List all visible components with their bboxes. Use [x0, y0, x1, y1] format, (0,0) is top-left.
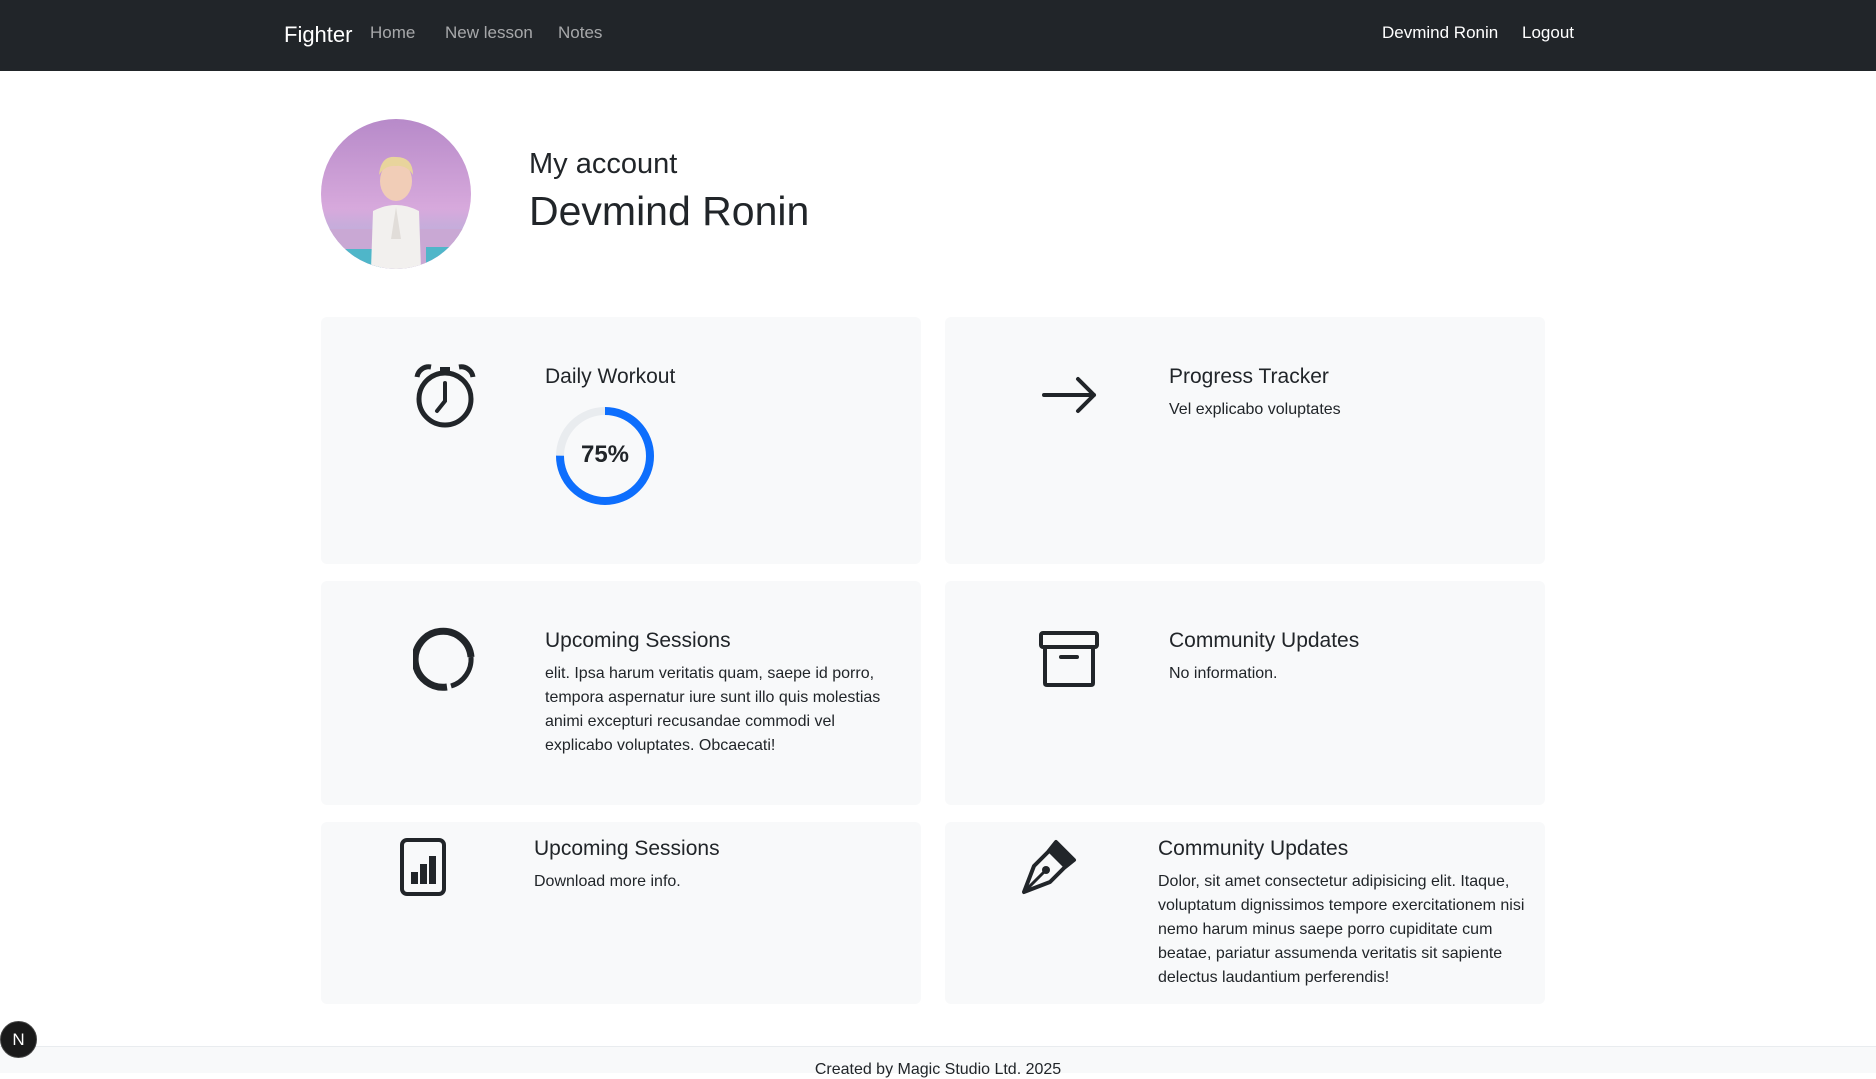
card-title: Daily Workout [545, 365, 676, 388]
card-title: Community Updates [1169, 629, 1360, 652]
card-text: Dolor, sit amet consectetur adipisicing … [1158, 873, 1525, 986]
progress-label: 75% [580, 441, 630, 468]
avatar-photo [321, 119, 471, 269]
logout-button[interactable]: Logout [1522, 23, 1574, 43]
dev-tools-badge[interactable]: N [0, 1021, 37, 1058]
arrow-right-icon[interactable] [1040, 375, 1100, 415]
pen-nib-icon [1022, 840, 1076, 894]
alarm-clock-icon [414, 364, 476, 428]
nav-home[interactable]: Home [370, 23, 415, 43]
card-title: Community Updates [1158, 837, 1349, 860]
nav-new-lesson[interactable]: New lesson [445, 23, 533, 43]
footer-text: Created by Magic Studio Ltd. 2025 [814, 1061, 1062, 1078]
card-title: Upcoming Sessions [545, 629, 731, 652]
card-progress-tracker [945, 317, 1545, 564]
account-subtitle: My account [529, 148, 678, 180]
card-text: elit. Ipsa harum veritatis quam, saepe i… [545, 665, 881, 754]
card-community-updates [945, 581, 1545, 805]
circle-ring-icon [413, 627, 475, 691]
bar-chart-file-icon [400, 838, 446, 896]
brand-logo[interactable]: Fighter [284, 22, 352, 48]
card-text: Vel explicabo voluptates [1169, 401, 1341, 418]
card-text: No information. [1169, 665, 1278, 682]
nav-user-profile[interactable]: Devmind Ronin [1382, 23, 1498, 43]
archive-box-icon [1039, 631, 1099, 687]
card-title: Upcoming Sessions [534, 837, 720, 860]
account-name: Devmind Ronin [529, 188, 810, 234]
card-title: Progress Tracker [1169, 365, 1329, 388]
card-text[interactable]: Download more info. [534, 870, 884, 894]
avatar [321, 119, 471, 269]
nav-notes[interactable]: Notes [558, 23, 602, 43]
navbar: Fighter Home New lesson Notes Devmind Ro… [0, 0, 1876, 71]
